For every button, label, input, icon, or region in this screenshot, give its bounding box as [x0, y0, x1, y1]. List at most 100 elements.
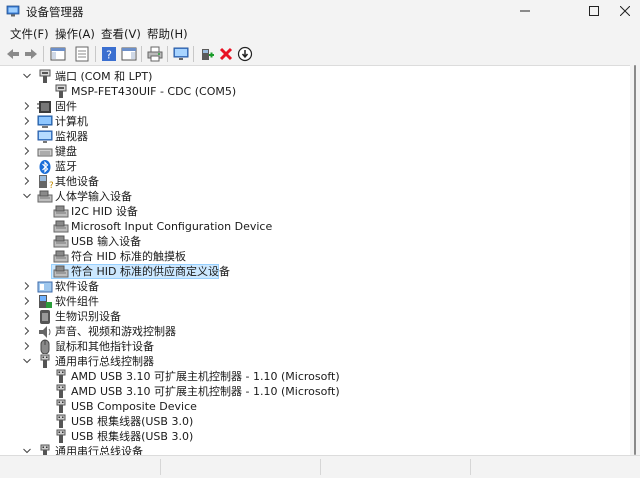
bluetooth-icon: [39, 160, 51, 174]
chevron-right-icon[interactable]: [22, 296, 32, 306]
tree-item-label: 符合 HID 标准的供应商定义设备: [71, 265, 230, 278]
tree-device[interactable]: 符合 HID 标准的供应商定义设备: [0, 264, 620, 279]
tree-device[interactable]: USB 根集线器(USB 3.0): [0, 429, 620, 444]
tree-device[interactable]: MSP-FET430UIF - CDC (COM5): [0, 84, 620, 99]
status-cell: [160, 459, 161, 475]
close-button[interactable]: [610, 0, 640, 22]
tree-category[interactable]: 通用串行总线设备: [0, 444, 620, 455]
tree-category[interactable]: 鼠标和其他指针设备: [0, 339, 620, 354]
toolbar: ?: [0, 43, 640, 65]
uninstall-button[interactable]: [217, 45, 235, 63]
chevron-down-icon[interactable]: [22, 71, 32, 81]
chevron-right-icon[interactable]: [22, 326, 32, 336]
menu-help[interactable]: 帮助(H): [147, 26, 188, 42]
minimize-button[interactable]: [502, 0, 548, 22]
tree-item-label: 人体学输入设备: [55, 190, 132, 203]
toolbar-separator: [95, 46, 96, 62]
hid-icon: [53, 250, 69, 263]
help-button[interactable]: ?: [100, 45, 118, 63]
tree-category[interactable]: 声音、视频和游戏控制器: [0, 324, 620, 339]
tree-category[interactable]: 通用串行总线控制器: [0, 354, 620, 369]
tree-device[interactable]: Microsoft Input Configuration Device: [0, 219, 620, 234]
tree-device[interactable]: AMD USB 3.10 可扩展主机控制器 - 1.10 (Microsoft): [0, 384, 620, 399]
chevron-right-icon[interactable]: [22, 146, 32, 156]
device-tree[interactable]: 端口 (COM 和 LPT) MSP-FET430UIF - CDC (COM5)…: [0, 65, 630, 455]
tree-device[interactable]: AMD USB 3.10 可扩展主机控制器 - 1.10 (Microsoft): [0, 369, 620, 384]
scrollbar-thumb[interactable]: [634, 65, 636, 455]
svg-text:?: ?: [106, 49, 112, 62]
chevron-right-icon[interactable]: [22, 131, 32, 141]
back-icon: [7, 49, 19, 59]
back-button[interactable]: [4, 45, 22, 63]
tree-item-label: 蓝牙: [55, 160, 77, 173]
tree-category[interactable]: 计算机: [0, 114, 620, 129]
port-icon: [39, 69, 51, 83]
software-device-icon: [37, 281, 53, 293]
mouse-icon: [40, 339, 50, 354]
tree-category[interactable]: 端口 (COM 和 LPT): [0, 69, 620, 84]
forward-button[interactable]: [22, 45, 40, 63]
tree-item-label: USB 输入设备: [71, 235, 142, 248]
tree-category[interactable]: 人体学输入设备: [0, 189, 620, 204]
hid-icon: [53, 235, 69, 248]
tree-item-label: AMD USB 3.10 可扩展主机控制器 - 1.10 (Microsoft): [71, 370, 340, 383]
tree-item-label: 通用串行总线控制器: [55, 355, 154, 368]
chevron-down-icon[interactable]: [22, 191, 32, 201]
menu-action[interactable]: 操作(A): [55, 26, 95, 42]
chevron-right-icon[interactable]: [22, 161, 32, 171]
keyboard-icon: [37, 148, 53, 157]
firmware-icon: [37, 101, 51, 113]
chevron-right-icon[interactable]: [22, 116, 32, 126]
chevron-right-icon[interactable]: [22, 311, 32, 321]
tree-device[interactable]: USB Composite Device: [0, 399, 620, 414]
tree-device[interactable]: 符合 HID 标准的触摸板: [0, 249, 620, 264]
scan-hardware-button[interactable]: [172, 45, 190, 63]
tree-item-label: 固件: [55, 100, 77, 113]
status-cell: [470, 459, 471, 475]
tree-device[interactable]: I2C HID 设备: [0, 204, 620, 219]
tree-category[interactable]: 监视器: [0, 129, 620, 144]
show-hide-tree-button[interactable]: [49, 45, 67, 63]
forward-icon: [25, 49, 37, 59]
tree-item-label: Microsoft Input Configuration Device: [71, 220, 273, 233]
add-driver-button[interactable]: [198, 45, 216, 63]
monitor-icon: [173, 47, 189, 60]
tree-device[interactable]: USB 根集线器(USB 3.0): [0, 414, 620, 429]
software-component-icon: [39, 295, 52, 308]
properties-button[interactable]: [73, 45, 91, 63]
tree-category[interactable]: ?其他设备: [0, 174, 620, 189]
tree-item-label: 通用串行总线设备: [55, 445, 143, 455]
device-manager-icon: [6, 5, 20, 17]
update-driver-button[interactable]: [236, 45, 254, 63]
tree-item-label: 监视器: [55, 130, 88, 143]
chevron-right-icon[interactable]: [22, 281, 32, 291]
chevron-right-icon[interactable]: [22, 101, 32, 111]
print-icon: [147, 46, 163, 62]
usb-icon: [40, 444, 50, 455]
action-pane-button[interactable]: [120, 45, 138, 63]
chevron-right-icon[interactable]: [22, 176, 32, 186]
chevron-down-icon[interactable]: [22, 356, 32, 366]
tree-item-label: USB 根集线器(USB 3.0): [71, 430, 194, 443]
tree-category[interactable]: 生物识别设备: [0, 309, 620, 324]
chevron-right-icon[interactable]: [22, 341, 32, 351]
menu-bar: 文件(F) 操作(A) 查看(V) 帮助(H): [0, 22, 640, 43]
print-button[interactable]: [146, 45, 164, 63]
tree-category[interactable]: 固件: [0, 99, 620, 114]
tree-item-label: 符合 HID 标准的触摸板: [71, 250, 186, 263]
svg-text:?: ?: [49, 181, 53, 189]
tree-category[interactable]: 软件组件: [0, 294, 620, 309]
tree-item-label: 计算机: [55, 115, 88, 128]
usb-icon: [56, 369, 66, 383]
tree-item-label: 鼠标和其他指针设备: [55, 340, 154, 353]
action-pane-icon: [121, 47, 137, 61]
vertical-scrollbar[interactable]: [630, 65, 640, 455]
chevron-down-icon[interactable]: [22, 446, 32, 455]
biometric-icon: [40, 310, 50, 324]
tree-category[interactable]: 蓝牙: [0, 159, 620, 174]
tree-device[interactable]: USB 输入设备: [0, 234, 620, 249]
menu-file[interactable]: 文件(F): [10, 26, 49, 42]
tree-category[interactable]: 键盘: [0, 144, 620, 159]
menu-view[interactable]: 查看(V): [101, 26, 141, 42]
tree-category[interactable]: 软件设备: [0, 279, 620, 294]
